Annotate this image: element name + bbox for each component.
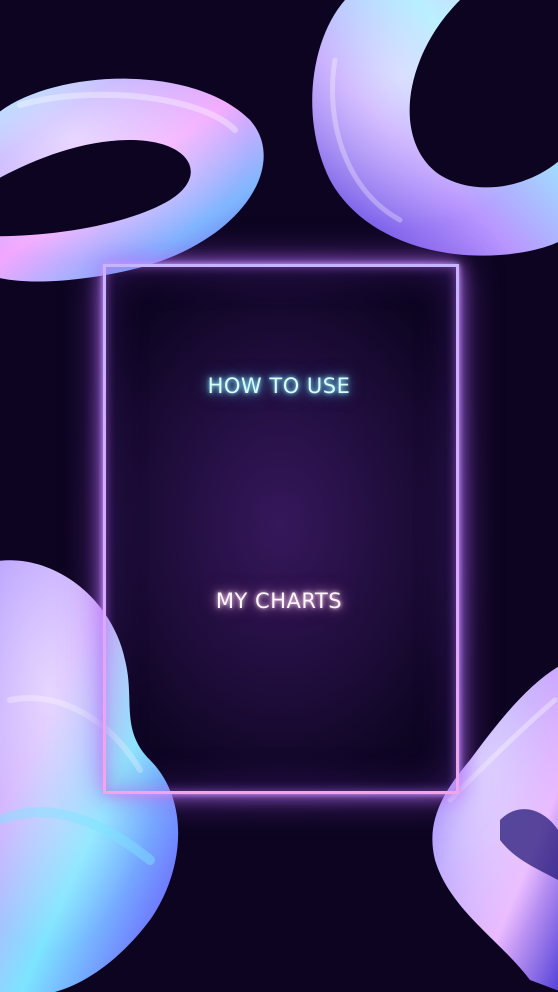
neon-frame	[103, 264, 459, 794]
story-canvas: HOW TO USE MY CHARTS	[0, 0, 558, 992]
holographic-torus-icon	[0, 78, 264, 282]
title-line-2: MY CHARTS	[215, 589, 343, 613]
holographic-ribbon-icon	[312, 0, 558, 256]
title-line-1: HOW TO USE	[207, 374, 351, 398]
